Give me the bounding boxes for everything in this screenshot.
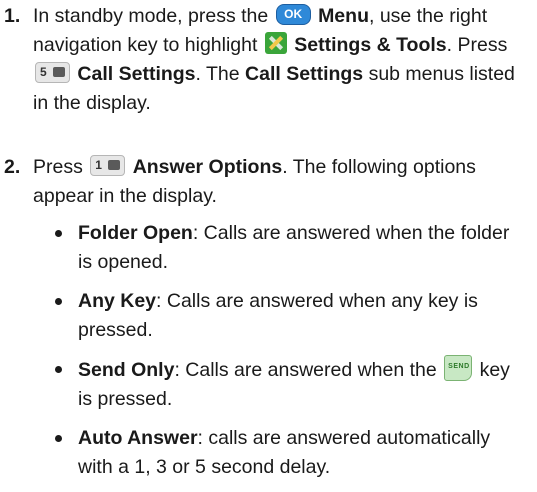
bullet-icon bbox=[55, 298, 62, 305]
bullet-icon bbox=[55, 435, 62, 442]
step-2: 2. Press 1 Answer Options. The following… bbox=[0, 153, 523, 211]
menu-label: Menu bbox=[318, 5, 369, 27]
bullet-icon bbox=[55, 230, 62, 237]
settings-tools-icon bbox=[264, 32, 287, 54]
list-item: Send Only: Calls are answered when the S… bbox=[55, 355, 523, 414]
key-1-icon: 1 bbox=[90, 155, 126, 176]
list-item: Folder Open: Calls are answered when the… bbox=[55, 219, 523, 277]
step-text: Press 1 Answer Options. The following op… bbox=[33, 155, 476, 207]
step-1: 1. In standby mode, press the OK Menu, u… bbox=[0, 2, 523, 118]
step-text: In standby mode, press the OK Menu, use … bbox=[33, 4, 515, 114]
call-settings-label-2: Call Settings bbox=[245, 63, 364, 85]
options-list: Folder Open: Calls are answered when the… bbox=[0, 219, 537, 492]
step-number: 1. bbox=[4, 5, 21, 27]
list-item: Any Key: Calls are answered when any key… bbox=[55, 287, 523, 345]
answer-options-label: Answer Options bbox=[132, 156, 283, 178]
bullet-icon bbox=[55, 366, 62, 373]
list-item: Auto Answer: calls are answered automati… bbox=[55, 424, 523, 482]
send-key-icon: SEND bbox=[444, 355, 473, 381]
key-5-icon: 5 bbox=[35, 62, 70, 83]
ok-key-icon: OK bbox=[275, 4, 311, 25]
step-number: 2. bbox=[4, 156, 21, 178]
call-settings-label: Call Settings bbox=[77, 63, 196, 85]
settings-tools-label: Settings & Tools bbox=[294, 34, 447, 56]
